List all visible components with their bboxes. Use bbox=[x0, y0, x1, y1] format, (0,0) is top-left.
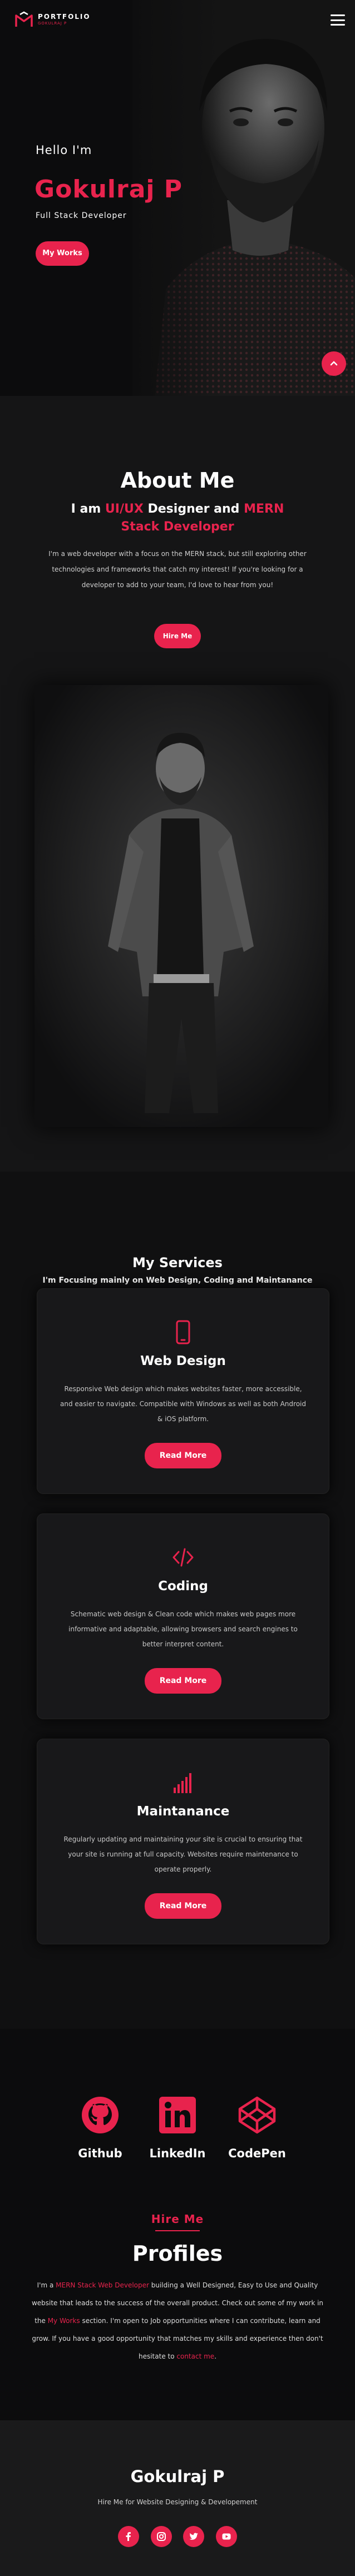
github-icon bbox=[82, 2097, 119, 2133]
logo-subtitle: GOKULRAJ P bbox=[38, 21, 67, 26]
twitter-icon bbox=[189, 2533, 199, 2540]
codepen-icon bbox=[238, 2096, 276, 2134]
services-section: My Services I'm Focusing mainly on Web D… bbox=[0, 1172, 355, 2029]
chevron-up-icon bbox=[330, 361, 338, 366]
social-links bbox=[118, 2526, 237, 2547]
instagram-link[interactable] bbox=[150, 2526, 172, 2547]
read-more-button[interactable]: Read More bbox=[145, 1893, 221, 1919]
hire-me-button[interactable]: Hire Me bbox=[154, 624, 201, 648]
profile-link-codepen[interactable]: CodePen bbox=[224, 2096, 290, 2160]
profile-label: LinkedIn bbox=[149, 2147, 206, 2160]
footer: Gokulraj P Hire Me for Website Designing… bbox=[0, 2420, 355, 2576]
service-card-coding: Coding Schematic web design & Clean code… bbox=[37, 1513, 329, 1719]
footer-name: Gokulraj P bbox=[130, 2467, 225, 2486]
signal-bars-icon bbox=[174, 1773, 191, 1793]
facebook-icon bbox=[126, 2532, 131, 2541]
service-description: Regularly updating and maintaining your … bbox=[63, 1835, 303, 1873]
profiles-description: I'm a MERN Stack Web Developer building … bbox=[31, 2276, 324, 2365]
my-works-button[interactable]: My Works bbox=[36, 241, 89, 266]
site-logo[interactable]: PORTFOLIO GOKULRAJ P bbox=[14, 11, 91, 28]
logo-icon bbox=[15, 11, 33, 27]
service-title: Coding bbox=[158, 1579, 208, 1594]
services-heading: My Services bbox=[132, 1255, 223, 1270]
menu-hamburger-icon[interactable] bbox=[331, 14, 345, 26]
about-description: I'm a web developer with a focus on the … bbox=[48, 550, 307, 589]
hero-greeting: Hello I'm bbox=[36, 143, 92, 157]
profiles-section: Github LinkedIn CodePen Hire Me Profiles… bbox=[0, 2029, 355, 2420]
footer-subtitle: Hire Me for Website Designing & Develope… bbox=[97, 2498, 258, 2506]
service-title: Maintanance bbox=[136, 1804, 230, 1819]
twitter-link[interactable] bbox=[183, 2526, 205, 2547]
instagram-icon bbox=[156, 2532, 166, 2541]
service-description: Responsive Web design which makes websit… bbox=[60, 1385, 306, 1423]
about-heading: About Me bbox=[120, 468, 235, 493]
my-works-link[interactable]: My Works bbox=[48, 2317, 80, 2325]
youtube-link[interactable] bbox=[215, 2526, 237, 2547]
facebook-link[interactable] bbox=[118, 2526, 139, 2547]
read-more-button[interactable]: Read More bbox=[145, 1668, 221, 1694]
contact-me-link[interactable]: contact me bbox=[176, 2352, 214, 2360]
services-subheading: I'm Focusing mainly on Web Design, Codin… bbox=[42, 1276, 313, 1285]
linkedin-icon bbox=[159, 2097, 196, 2133]
hero-name: Gokulraj P bbox=[34, 175, 183, 204]
hero-role: Full Stack Developer bbox=[36, 211, 127, 220]
hero-section: Hello I'm Gokulraj P Full Stack Develope… bbox=[0, 0, 355, 396]
hire-me-underline bbox=[155, 2230, 200, 2231]
service-card-maintanance: Maintanance Regularly updating and maint… bbox=[37, 1739, 329, 1944]
read-more-button[interactable]: Read More bbox=[145, 1443, 221, 1468]
code-icon bbox=[172, 1548, 194, 1567]
about-subheading: I am UI/UX Designer and MERN Stack Devel… bbox=[50, 500, 305, 536]
profile-link-github[interactable]: Github bbox=[67, 2096, 134, 2160]
mobile-icon bbox=[176, 1320, 190, 1344]
mern-developer-link[interactable]: MERN Stack Web Developer bbox=[56, 2281, 149, 2289]
youtube-icon bbox=[222, 2533, 231, 2540]
profiles-text-1: I'm a bbox=[37, 2281, 56, 2289]
profile-label: CodePen bbox=[228, 2147, 286, 2160]
about-sub-mid: Designer and bbox=[143, 502, 244, 516]
hire-me-tag: Hire Me bbox=[151, 2212, 204, 2226]
service-description: Schematic web design & Clean code which … bbox=[68, 1610, 298, 1648]
top-navbar: PORTFOLIO GOKULRAJ P bbox=[0, 0, 355, 44]
about-sub-prefix: I am bbox=[71, 502, 105, 516]
about-section: About Me I am UI/UX Designer and MERN St… bbox=[0, 396, 355, 1172]
profiles-heading: Profiles bbox=[132, 2241, 223, 2266]
profiles-text-4: . bbox=[214, 2352, 217, 2360]
about-portrait-image bbox=[34, 685, 328, 1127]
scroll-to-top-button[interactable] bbox=[322, 351, 346, 376]
profile-link-linkedin[interactable]: LinkedIn bbox=[144, 2096, 211, 2160]
profile-label: Github bbox=[78, 2147, 122, 2160]
logo-title: PORTFOLIO bbox=[38, 13, 91, 21]
about-sub-uiux: UI/UX bbox=[105, 502, 144, 516]
service-title: Web Design bbox=[140, 1354, 226, 1368]
service-card-web-design: Web Design Responsive Web design which m… bbox=[37, 1288, 329, 1494]
